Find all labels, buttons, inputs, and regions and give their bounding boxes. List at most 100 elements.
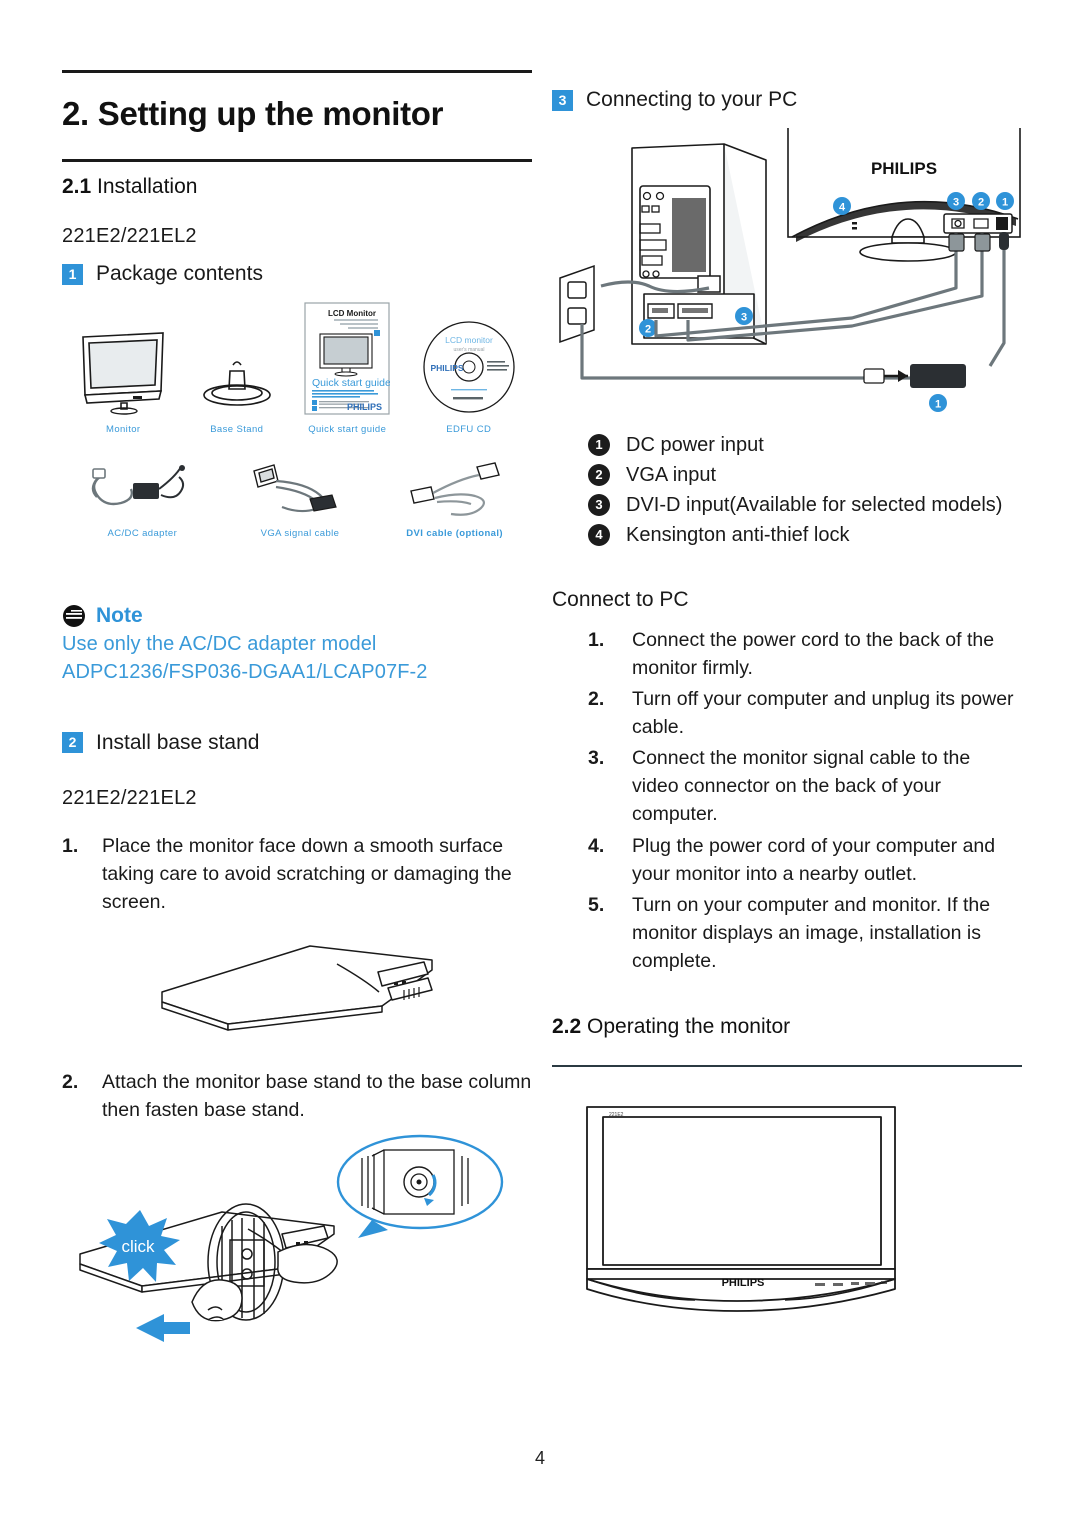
port-list: 1 DC power input 2 VGA input 3 DVI-D inp… — [588, 432, 1022, 548]
note-icon — [63, 605, 85, 627]
step-text: Place the monitor face down a smooth sur… — [102, 834, 512, 913]
model-name-install: 221E2/221EL2 — [62, 786, 197, 809]
port-list-item: 4 Kensington anti-thief lock — [588, 522, 1022, 548]
step-text: Turn off your computer and unplug its po… — [632, 688, 1014, 739]
base-stand-icon — [202, 361, 271, 406]
port-list-item: 2 VGA input — [588, 462, 1022, 488]
monitor-brand-label: PHILIPS — [722, 1277, 765, 1289]
step-number: 2. — [588, 688, 605, 711]
dvi-cable-icon — [409, 462, 500, 516]
step-number: 3. — [588, 747, 605, 770]
package-contents-label: Package contents — [96, 262, 263, 285]
step-number: 1. — [62, 834, 79, 857]
section-heading-operating: 2.2 Operating the monitor — [552, 1015, 1022, 1039]
svg-text:2: 2 — [978, 197, 984, 209]
operating-rule — [552, 1064, 1022, 1067]
connecting-to-pc-badge: 3 — [552, 89, 573, 111]
install-base-stand-heading: 2 Install base stand — [62, 731, 532, 755]
install-step: 1. Place the monitor face down a smooth … — [62, 832, 532, 916]
connect-step: 5. Turn on your computer and monitor. If… — [588, 891, 1022, 975]
port-number: 4 — [588, 524, 610, 546]
port-label: DVI-D input(Available for selected model… — [626, 494, 1003, 516]
section-title: Installation — [97, 175, 198, 198]
port-label: Kensington anti-thief lock — [626, 524, 850, 546]
package-item-dvi-cable: DVI cable (optional) — [403, 461, 507, 539]
section-number: 2.2 — [552, 1014, 582, 1038]
package-item-caption: Quick start guide — [308, 424, 387, 435]
package-item-monitor: Monitor — [77, 329, 169, 435]
diagram-callout-2-pc: 2 — [639, 319, 657, 337]
install-steps-list: 1. Place the monitor face down a smooth … — [62, 832, 532, 916]
step-text: Connect the power cord to the back of th… — [632, 629, 995, 680]
diagram-callout-1: 1 — [996, 192, 1014, 210]
base-stand-attach-illustration: click — [79, 1134, 504, 1343]
package-contents-heading: 1 Package contents — [62, 262, 532, 286]
diagram-callout-2: 2 — [972, 192, 990, 210]
page-number: 4 — [534, 1448, 545, 1468]
svg-text:1: 1 — [1002, 197, 1008, 209]
svg-text:1: 1 — [935, 399, 941, 411]
package-contents-badge: 1 — [62, 263, 83, 285]
right-column: 3 Connecting to your PC PHILIPS 3 2 1 4 … — [552, 82, 1022, 1329]
port-label: DC power input — [626, 434, 764, 456]
diagram-callout-1-adapter: 1 — [929, 394, 947, 412]
port-list-item: 1 DC power input — [588, 432, 1022, 458]
svg-text:user's manual: user's manual — [453, 347, 484, 353]
ac-dc-adapter-icon — [92, 465, 186, 506]
top-rule — [62, 70, 532, 73]
package-item-edfu-cd: LCD monitor user's manual PHILIPS EDFU C… — [421, 319, 517, 435]
cd-disc-icon: LCD monitor user's manual PHILIPS — [423, 321, 515, 413]
package-item-caption: Monitor — [106, 424, 141, 435]
port-number: 2 — [588, 464, 610, 486]
package-item-base-stand: Base Stand — [200, 353, 274, 435]
connect-steps-list: 1. Connect the power cord to the back of… — [588, 626, 1022, 975]
step-number: 4. — [588, 834, 605, 857]
port-number: 3 — [588, 494, 610, 516]
diagram-callout-4: 4 — [833, 197, 851, 215]
model-name-installation: 221E2/221EL2 — [62, 225, 197, 247]
connect-step: 3. Connect the monitor signal cable to t… — [588, 744, 1022, 828]
left-column: 2. Setting up the monitor 2.1 Installati… — [62, 70, 532, 1344]
svg-text:3: 3 — [953, 197, 959, 209]
connect-step: 2. Turn off your computer and unplug its… — [588, 685, 1022, 741]
install-base-stand-label: Install base stand — [96, 730, 260, 754]
package-item-quick-start-guide: LCD Monitor Quick start guide PHILIPS Qu… — [304, 302, 390, 435]
svg-text:LCD monitor: LCD monitor — [445, 335, 493, 345]
diagram-callout-3: 3 — [947, 192, 965, 210]
svg-text:3: 3 — [741, 312, 747, 324]
note-block: Note Use only the AC/DC adapter model AD… — [62, 604, 532, 687]
package-item-caption: VGA signal cable — [260, 528, 340, 539]
note-body: Use only the AC/DC adapter model ADPC123… — [62, 633, 428, 684]
connect-step: 4. Plug the power cord of your computer … — [588, 832, 1022, 888]
step-number: 1. — [588, 629, 605, 651]
svg-text:2: 2 — [645, 324, 651, 336]
note-title: Note — [96, 604, 143, 627]
step-text: Plug the power cord of your computer and… — [632, 834, 996, 885]
manual-page: 2. Setting up the monitor 2.1 Installati… — [0, 0, 1080, 1527]
vga-cable-icon — [253, 464, 337, 513]
page-title: 2. Setting up the monitor — [62, 95, 444, 132]
package-item-caption: AC/DC adapter — [107, 528, 178, 539]
package-item-vga-cable: VGA signal cable — [248, 461, 352, 539]
port-number: 1 — [588, 434, 610, 456]
svg-text:PHILIPS: PHILIPS — [430, 363, 463, 373]
port-label: VGA input — [626, 464, 717, 486]
install-step: 2. Attach the monitor base stand to the … — [62, 1068, 532, 1124]
step-number: 2. — [62, 1071, 79, 1094]
svg-text:Quick start guide: Quick start guide — [312, 377, 390, 389]
connecting-to-pc-label: Connecting to your PC — [586, 88, 798, 111]
package-item-caption: EDFU CD — [446, 424, 492, 435]
direction-arrow — [136, 1314, 190, 1343]
title-underline-rule — [62, 159, 532, 162]
package-item-caption: DVI cable (optional) — [406, 528, 503, 539]
connect-to-pc-title: Connect to PC — [552, 588, 689, 611]
step-text: Turn on your computer and monitor. If th… — [632, 893, 991, 972]
step-number: 5. — [588, 893, 605, 916]
connect-step: 1. Connect the power cord to the back of… — [588, 626, 1022, 682]
monitor-front-view-illustration: 221E2 PHILIPS — [586, 1106, 896, 1312]
package-contents-figure: Monitor Base Stand LCD Monitor Quick sta… — [62, 302, 532, 552]
section-number: 2.1 — [62, 175, 92, 198]
section-heading-installation: 2.1 Installation — [62, 175, 532, 199]
quick-start-guide-icon: LCD Monitor Quick start guide PHILIPS — [304, 302, 390, 415]
package-item-ac-dc-adapter: AC/DC adapter — [87, 461, 197, 539]
